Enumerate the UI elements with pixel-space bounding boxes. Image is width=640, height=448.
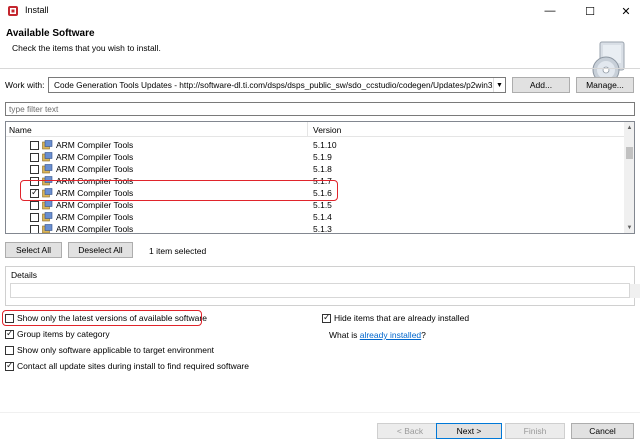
deselect-all-button[interactable]: Deselect All bbox=[68, 242, 133, 258]
package-icon bbox=[42, 164, 53, 174]
package-icon bbox=[42, 140, 53, 150]
scroll-down-icon[interactable]: ▼ bbox=[624, 222, 634, 233]
work-with-combo[interactable]: Code Generation Tools Updates - http://s… bbox=[48, 77, 506, 93]
row-version: 5.1.10 bbox=[313, 140, 337, 150]
maximize-icon: ☐ bbox=[585, 5, 595, 18]
row-name: ARM Compiler Tools bbox=[56, 152, 134, 162]
row-checkbox[interactable] bbox=[30, 225, 39, 233]
row-checkbox[interactable] bbox=[30, 201, 39, 210]
show-applicable-checkbox[interactable] bbox=[5, 345, 14, 355]
option-group-by-category[interactable]: Group items by category bbox=[5, 328, 110, 340]
tree-row[interactable]: ARM Compiler Tools 5.1.4 bbox=[6, 211, 624, 223]
details-text bbox=[10, 283, 640, 298]
app-icon bbox=[8, 6, 18, 16]
row-checkbox[interactable] bbox=[30, 153, 39, 162]
package-icon bbox=[42, 224, 53, 233]
title-bar: Install — ☐ ✕ bbox=[0, 0, 640, 22]
option-highlight-annotation bbox=[2, 310, 202, 326]
page-title: Available Software bbox=[6, 28, 95, 39]
row-version: 5.1.3 bbox=[313, 224, 332, 234]
contact-sites-checkbox[interactable] bbox=[5, 360, 14, 371]
row-name: ARM Compiler Tools bbox=[56, 140, 134, 150]
row-version: 5.1.8 bbox=[313, 164, 332, 174]
details-group: Details bbox=[5, 266, 640, 306]
tree-scrollbar[interactable]: ▲ ▼ bbox=[624, 122, 634, 233]
package-icon bbox=[42, 152, 53, 162]
row-version: 5.1.5 bbox=[313, 200, 332, 210]
finish-button[interactable]: Finish bbox=[505, 423, 565, 439]
tree-header: Name Version bbox=[6, 122, 624, 137]
tree-row[interactable]: ARM Compiler Tools 5.1.9 bbox=[6, 151, 624, 163]
tree-row[interactable]: ARM Compiler Tools 5.1.10 bbox=[6, 139, 624, 151]
option-show-applicable[interactable]: Show only software applicable to target … bbox=[5, 344, 214, 356]
show-applicable-label: Show only software applicable to target … bbox=[17, 345, 215, 355]
what-is-prefix: What is bbox=[329, 330, 358, 340]
hide-installed-label: Hide items that are already installed bbox=[334, 313, 470, 323]
group-by-category-checkbox[interactable] bbox=[5, 328, 14, 339]
window-title: Install bbox=[25, 5, 49, 15]
row-name: ARM Compiler Tools bbox=[56, 224, 134, 234]
filter-input[interactable]: type filter text bbox=[5, 102, 635, 116]
row-checkbox[interactable] bbox=[30, 165, 39, 174]
column-header-name[interactable]: Name bbox=[9, 125, 32, 135]
row-name: ARM Compiler Tools bbox=[56, 164, 134, 174]
minimize-button[interactable]: — bbox=[532, 0, 568, 22]
scroll-thumb[interactable] bbox=[626, 147, 633, 159]
what-is-installed-text: What is already installed? bbox=[329, 329, 426, 341]
chevron-down-icon[interactable]: ▼ bbox=[493, 78, 505, 92]
footer-divider bbox=[0, 412, 640, 413]
next-button[interactable]: Next > bbox=[436, 423, 502, 439]
column-divider[interactable] bbox=[307, 122, 308, 136]
already-installed-link[interactable]: already installed bbox=[360, 330, 421, 340]
minimize-icon: — bbox=[544, 5, 556, 17]
contact-sites-label: Contact all update sites during install … bbox=[17, 361, 249, 371]
close-icon: ✕ bbox=[621, 5, 631, 18]
row-version: 5.1.4 bbox=[313, 212, 332, 222]
tree-row[interactable]: ARM Compiler Tools 5.1.8 bbox=[6, 163, 624, 175]
row-checkbox[interactable] bbox=[30, 141, 39, 150]
close-button[interactable]: ✕ bbox=[608, 0, 640, 22]
tree-row[interactable]: ARM Compiler Tools 5.1.3 bbox=[6, 223, 624, 234]
row-highlight-annotation bbox=[20, 180, 338, 201]
header-divider bbox=[0, 68, 640, 69]
row-checkbox[interactable] bbox=[30, 213, 39, 222]
row-name: ARM Compiler Tools bbox=[56, 200, 134, 210]
hide-installed-checkbox[interactable] bbox=[322, 312, 331, 323]
cancel-button[interactable]: Cancel bbox=[571, 423, 634, 439]
column-header-version[interactable]: Version bbox=[313, 125, 341, 135]
details-label: Details bbox=[11, 270, 37, 280]
work-with-label: Work with: bbox=[5, 80, 45, 90]
work-with-value: Code Generation Tools Updates - http://s… bbox=[54, 80, 500, 90]
group-by-category-label: Group items by category bbox=[17, 329, 110, 339]
maximize-button[interactable]: ☐ bbox=[572, 0, 608, 22]
page-subtitle: Check the items that you wish to install… bbox=[12, 43, 161, 53]
package-icon bbox=[42, 200, 53, 210]
select-all-button[interactable]: Select All bbox=[5, 242, 62, 258]
software-tree[interactable]: Name Version ARM Compiler Tools 5.1.10 ARM… bbox=[5, 121, 635, 234]
add-button[interactable]: Add... bbox=[512, 77, 570, 93]
row-version: 5.1.9 bbox=[313, 152, 332, 162]
details-scrollbar[interactable] bbox=[630, 284, 640, 298]
option-contact-sites[interactable]: Contact all update sites during install … bbox=[5, 360, 249, 372]
manage-button[interactable]: Manage... bbox=[576, 77, 634, 93]
package-icon bbox=[42, 212, 53, 222]
wizard-header: Available Software Check the items that … bbox=[0, 22, 640, 84]
selection-status: 1 item selected bbox=[149, 246, 207, 256]
what-is-suffix: ? bbox=[421, 330, 426, 340]
back-button[interactable]: < Back bbox=[377, 423, 443, 439]
option-hide-installed[interactable]: Hide items that are already installed bbox=[322, 312, 469, 324]
row-name: ARM Compiler Tools bbox=[56, 212, 134, 222]
scroll-up-icon[interactable]: ▲ bbox=[624, 122, 634, 133]
